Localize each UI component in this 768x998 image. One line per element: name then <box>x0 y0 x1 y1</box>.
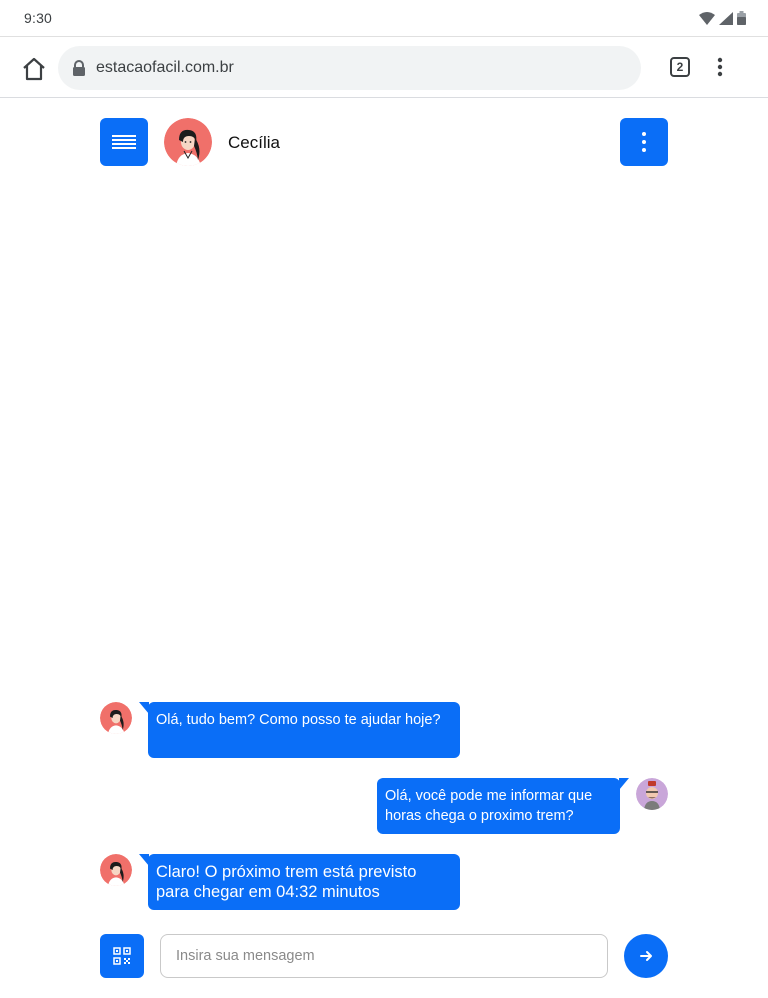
bot-avatar-icon <box>100 702 132 734</box>
status-time: 9:30 <box>24 10 53 26</box>
status-icons <box>699 11 746 25</box>
battery-icon <box>737 11 746 25</box>
bot-avatar-icon <box>164 118 212 166</box>
qr-code-button[interactable] <box>100 934 144 978</box>
more-vert-icon[interactable] <box>710 55 730 79</box>
menu-lines-icon <box>112 135 136 137</box>
chat-options-button[interactable] <box>620 118 668 166</box>
message-text: Olá, tudo bem? Como posso te ajudar hoje… <box>156 712 441 728</box>
user-avatar-icon <box>636 778 668 810</box>
contact-avatar <box>164 118 212 166</box>
browser-toolbar: estacaofacil.com.br 2 <box>0 36 768 98</box>
message-avatar-user <box>636 778 668 810</box>
message-bubble-received: Claro! O próximo trem está previsto para… <box>139 854 460 910</box>
bot-avatar-icon <box>100 854 132 886</box>
message-avatar-bot <box>100 702 132 734</box>
menu-button[interactable] <box>100 118 148 166</box>
status-bar: 9:30 <box>0 0 768 36</box>
send-button[interactable] <box>624 934 668 978</box>
wifi-icon <box>699 11 715 25</box>
lock-icon <box>73 60 85 76</box>
message-bubble-received: Olá, tudo bem? Como posso te ajudar hoje… <box>139 702 460 758</box>
url-text: estacaofacil.com.br <box>96 59 234 76</box>
more-vert-icon <box>642 132 646 136</box>
message-text: Claro! O próximo trem está previsto para… <box>156 863 417 901</box>
message-input[interactable] <box>160 934 608 978</box>
contact-name: Cecília <box>228 133 280 152</box>
message-avatar-bot <box>100 854 132 886</box>
tabs-count-button[interactable]: 2 <box>670 57 690 77</box>
home-icon[interactable] <box>20 55 48 83</box>
message-text: Olá, você pode me informar que horas che… <box>385 788 593 824</box>
qr-code-icon <box>113 947 131 965</box>
message-bubble-sent: Olá, você pode me informar que horas che… <box>377 778 629 834</box>
address-bar[interactable]: estacaofacil.com.br <box>58 46 641 90</box>
arrow-right-icon <box>640 951 652 961</box>
signal-icon <box>719 11 733 25</box>
